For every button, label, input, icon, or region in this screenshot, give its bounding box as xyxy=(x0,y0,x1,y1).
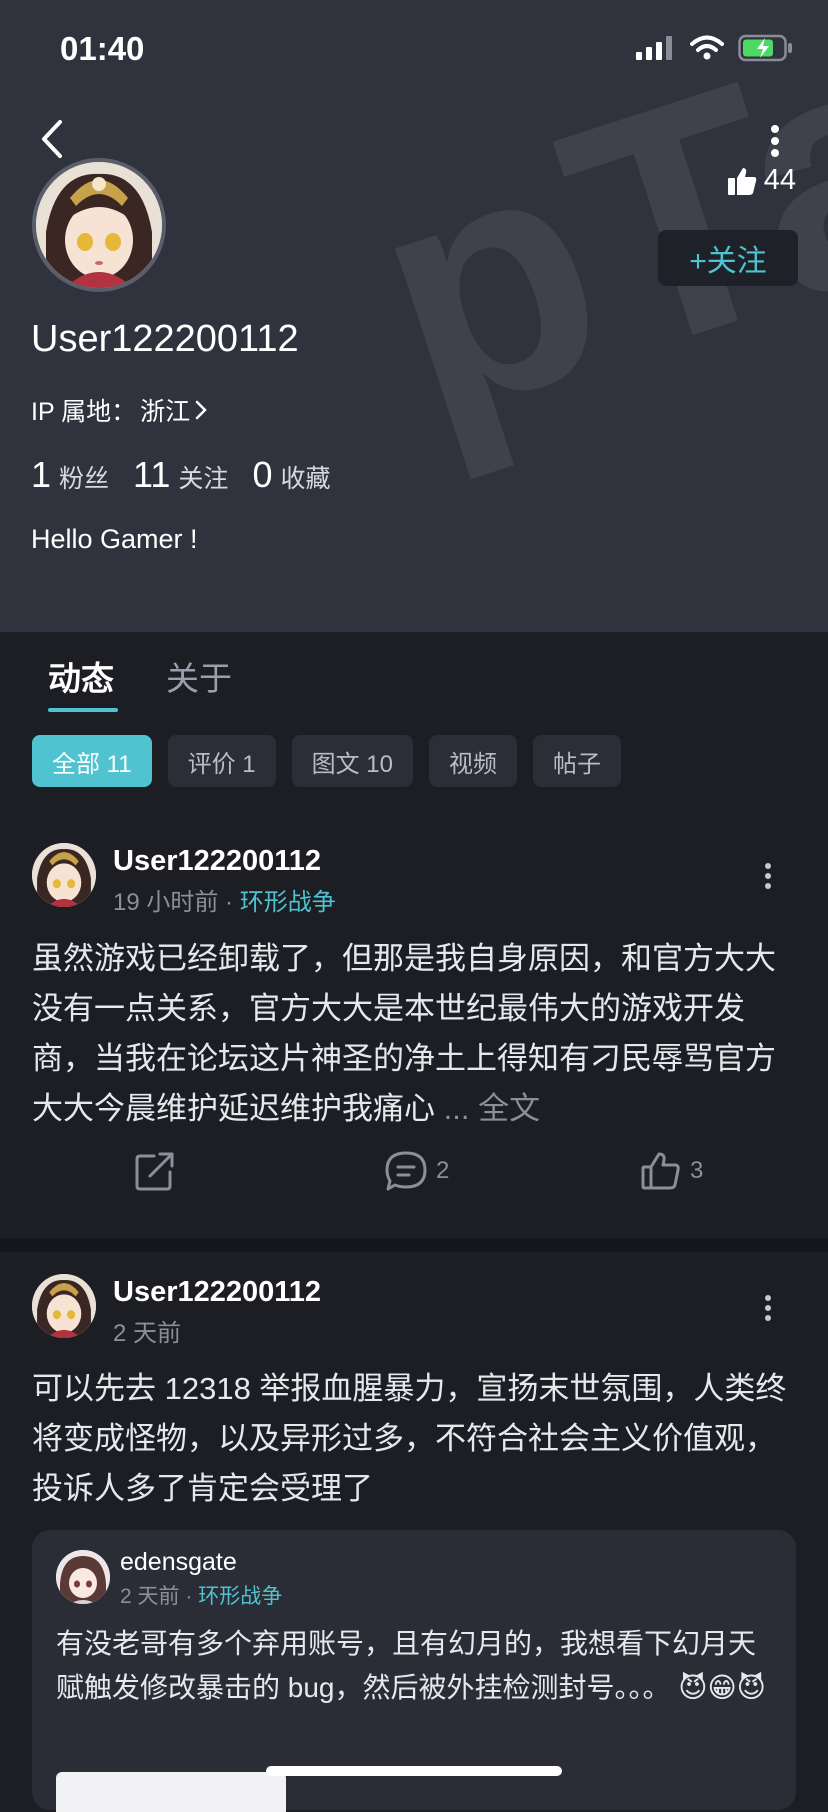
post-body[interactable]: 可以先去 12318 举报血腥暴力，宣扬末世氛围，人类终将变成怪物，以及异形过多… xyxy=(32,1364,802,1514)
post-avatar[interactable] xyxy=(32,843,96,907)
quoted-avatar[interactable] xyxy=(56,1550,110,1604)
avatar-image xyxy=(32,1274,96,1338)
stat-number: 11 xyxy=(133,454,171,495)
stat-following[interactable]: 11 关注 xyxy=(133,454,228,496)
avatar[interactable] xyxy=(32,158,166,292)
likes-count: 44 xyxy=(763,164,796,196)
post-game-link[interactable]: 环形战争 xyxy=(240,889,336,916)
ip-location[interactable]: IP 属地： 浙江 xyxy=(31,392,208,428)
follow-button[interactable]: +关注 xyxy=(658,230,798,286)
meta-separator: · xyxy=(185,1585,193,1608)
profile-bio: Hello Gamer ! xyxy=(31,524,198,554)
back-icon[interactable] xyxy=(38,118,66,160)
post-text: 虽然游戏已经卸载了，但那是我自身原因，和官方大大没有一点关系，官方大大是本世纪最… xyxy=(32,941,776,1126)
emoji-group: 😈😁😈 xyxy=(678,1672,766,1703)
stat-label: 粉丝 xyxy=(59,465,110,493)
status-bar: 01:40 xyxy=(0,0,828,100)
quoted-game-link[interactable]: 环形战争 xyxy=(198,1585,282,1608)
post-body[interactable]: 虽然游戏已经卸载了，但那是我自身原因，和官方大大没有一点关系，官方大大是本世纪最… xyxy=(32,934,802,1134)
like-button[interactable]: 3 xyxy=(640,1150,703,1192)
stat-number: 1 xyxy=(31,454,52,495)
active-tab-indicator xyxy=(48,708,118,712)
profile-username: User122200112 xyxy=(31,318,299,360)
comment-count: 2 xyxy=(436,1157,450,1184)
read-more-link[interactable]: ... 全文 xyxy=(435,1091,540,1126)
tab-activity[interactable]: 动态 xyxy=(48,652,114,700)
more-options-icon[interactable] xyxy=(770,124,780,158)
post-divider xyxy=(0,1238,828,1252)
thumbs-up-icon xyxy=(641,1152,680,1190)
stat-fans[interactable]: 1 粉丝 xyxy=(31,454,109,496)
comment-icon xyxy=(385,1151,427,1191)
signal-icon xyxy=(636,36,672,60)
meta-separator: · xyxy=(225,889,234,916)
avatar-image xyxy=(56,1550,110,1604)
stat-label: 收藏 xyxy=(280,465,331,493)
post-more-icon[interactable] xyxy=(764,863,772,889)
quoted-author[interactable]: edensgate xyxy=(120,1548,237,1577)
quoted-body: 有没老哥有多个弃用账号，且有幻月的，我想看下幻月天赋触发修改暴击的 bug，然后… xyxy=(56,1622,776,1710)
filter-threads[interactable]: 帖子 xyxy=(532,735,621,787)
chevron-right-icon xyxy=(195,400,207,420)
stat-favorites[interactable]: 0 收藏 xyxy=(252,454,330,496)
post-time: 2 天前 xyxy=(113,1320,182,1347)
quoted-meta: 2 天前 · 环形战争 xyxy=(120,1580,282,1610)
avatar-image xyxy=(32,843,96,907)
share-icon xyxy=(135,1152,174,1191)
wifi-icon xyxy=(690,35,724,60)
ip-label: IP 属地： xyxy=(31,398,137,426)
status-time: 01:40 xyxy=(60,30,145,67)
ip-value: 浙江 xyxy=(140,398,191,426)
filter-all[interactable]: 全部 11 xyxy=(32,735,152,787)
battery-icon xyxy=(738,34,792,62)
filter-image-posts[interactable]: 图文 10 xyxy=(291,735,413,787)
post-actions: 2 3 xyxy=(0,1150,828,1210)
profile-stats: 1 粉丝 11 关注 0 收藏 xyxy=(31,454,354,496)
thumbs-up-icon xyxy=(727,167,756,195)
stat-label: 关注 xyxy=(178,465,229,493)
stat-number: 0 xyxy=(252,454,273,495)
filter-videos[interactable]: 视频 xyxy=(428,735,517,787)
avatar-image xyxy=(36,162,162,288)
profile-tabs: 动态 关于 xyxy=(0,632,828,712)
like-count: 3 xyxy=(690,1157,704,1184)
quoted-image-thumbnail[interactable] xyxy=(56,1772,286,1812)
home-indicator[interactable] xyxy=(266,1766,562,1776)
post-author[interactable]: User122200112 xyxy=(113,1276,321,1309)
post-meta: 19 小时前 · 环形战争 xyxy=(113,882,336,917)
post-author[interactable]: User122200112 xyxy=(113,845,321,878)
tab-about[interactable]: 关于 xyxy=(166,652,232,700)
status-icons xyxy=(636,34,794,62)
share-button[interactable] xyxy=(134,1150,176,1192)
quoted-text: 有没老哥有多个弃用账号，且有幻月的，我想看下幻月天赋触发修改暴击的 bug，然后… xyxy=(56,1628,757,1703)
quoted-time: 2 天前 xyxy=(120,1585,180,1608)
post-more-icon[interactable] xyxy=(764,1295,772,1321)
filter-reviews[interactable]: 评价 1 xyxy=(167,735,276,787)
profile-header: pTa 01:40 44 +关注 User122200112 IP 属地： 浙江… xyxy=(0,0,828,632)
filter-chips: 全部 11 评价 1 图文 10 视频 帖子 xyxy=(32,735,621,787)
comment-button[interactable]: 2 xyxy=(384,1150,449,1192)
post-avatar[interactable] xyxy=(32,1274,96,1338)
post-meta: 2 天前 xyxy=(113,1313,181,1348)
profile-likes[interactable]: 44 xyxy=(726,164,796,197)
post-time: 19 小时前 xyxy=(113,889,219,916)
